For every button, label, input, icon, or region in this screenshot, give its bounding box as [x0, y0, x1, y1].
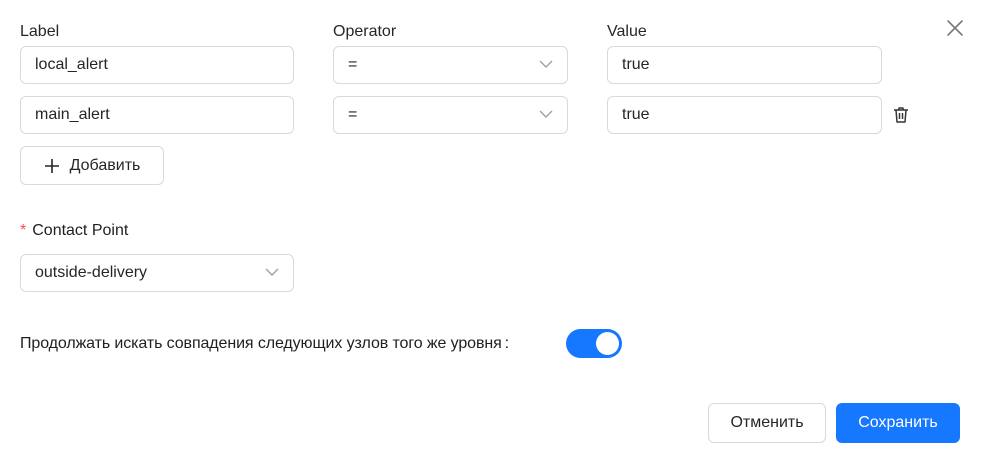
cancel-button[interactable]: Отменить — [708, 403, 826, 443]
matcher-label-input[interactable]: local_alert — [20, 46, 294, 84]
continue-matching-text: Продолжать искать совпадения следующих у… — [20, 335, 502, 352]
chevron-down-icon — [539, 60, 553, 68]
value-column-header: Value — [607, 23, 647, 40]
matcher-value-text: true — [622, 106, 650, 123]
label-column-header: Label — [20, 23, 60, 40]
trash-icon[interactable] — [891, 105, 911, 125]
matcher-operator-select[interactable]: = — [333, 96, 568, 134]
matcher-operator-value: = — [348, 56, 358, 73]
plus-icon — [44, 158, 59, 173]
add-matcher-button[interactable]: Добавить — [20, 146, 164, 185]
chevron-down-icon — [539, 110, 553, 118]
add-matcher-label: Добавить — [69, 156, 141, 174]
contact-point-value: outside-delivery — [35, 264, 148, 281]
continue-matching-label: Продолжать искать совпадения следующих у… — [20, 335, 510, 352]
save-button[interactable]: Сохранить — [836, 403, 960, 443]
matcher-value-input[interactable]: true — [607, 96, 882, 134]
contact-point-select[interactable]: outside-delivery — [20, 254, 294, 292]
matcher-label-value: local_alert — [35, 56, 108, 73]
matcher-value-input[interactable]: true — [607, 46, 882, 84]
matcher-label-value: main_alert — [35, 106, 110, 123]
chevron-down-icon — [265, 268, 279, 276]
save-button-label: Сохранить — [858, 414, 938, 431]
contact-point-label: * Contact Point — [20, 221, 128, 241]
matcher-operator-select[interactable]: = — [333, 46, 568, 84]
required-mark: * — [20, 222, 27, 239]
contact-point-label-text: Contact Point — [32, 222, 129, 239]
operator-column-header: Operator — [333, 23, 397, 40]
toggle-knob — [596, 332, 619, 355]
matcher-value-text: true — [622, 56, 650, 73]
continue-matching-toggle[interactable] — [566, 329, 622, 358]
matcher-operator-value: = — [348, 106, 358, 123]
cancel-button-label: Отменить — [730, 414, 804, 431]
matcher-label-input[interactable]: main_alert — [20, 96, 294, 134]
close-icon[interactable] — [944, 17, 966, 39]
